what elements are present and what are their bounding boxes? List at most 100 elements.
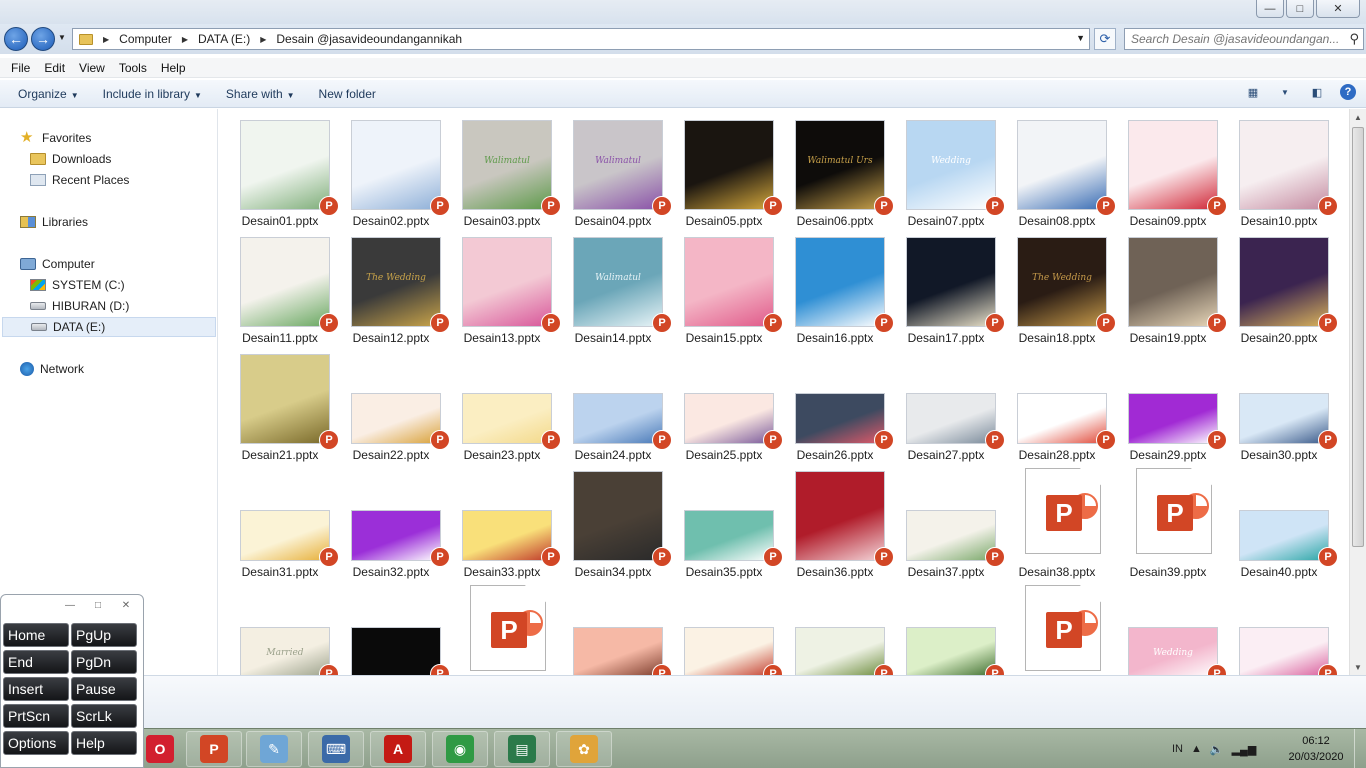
file-item[interactable]: The Wedding P Desain18.pptx bbox=[1007, 234, 1116, 345]
file-item[interactable]: P Desain16.pptx bbox=[785, 234, 894, 345]
file-item[interactable]: P Desain10.pptx bbox=[1229, 117, 1338, 228]
file-item[interactable]: Wedding P bbox=[1118, 585, 1227, 675]
file-item[interactable]: Walimatul P Desain14.pptx bbox=[563, 234, 672, 345]
minimize-button[interactable]: — bbox=[1256, 0, 1284, 18]
osk-key-end[interactable]: End bbox=[3, 650, 69, 674]
file-item[interactable]: P Desain26.pptx bbox=[785, 351, 894, 462]
file-item[interactable]: P Desain30.pptx bbox=[1229, 351, 1338, 462]
taskbar-button-opera[interactable]: O bbox=[140, 731, 180, 767]
show-desktop-button[interactable] bbox=[1354, 729, 1366, 768]
file-item[interactable]: P Desain31.pptx bbox=[230, 468, 339, 579]
file-item[interactable]: P bbox=[674, 585, 783, 675]
osk-key-pgdn[interactable]: PgDn bbox=[71, 650, 137, 674]
taskbar-button-task-manager[interactable]: ▤ bbox=[494, 731, 550, 767]
menu-file[interactable]: File bbox=[4, 61, 37, 75]
file-item[interactable]: Walimatul P Desain04.pptx bbox=[563, 117, 672, 228]
osk-key-pgup[interactable]: PgUp bbox=[71, 623, 137, 647]
osk-key-help[interactable]: Help bbox=[71, 731, 137, 755]
file-item[interactable]: P Desain34.pptx bbox=[563, 468, 672, 579]
change-view-icon[interactable]: ▦ bbox=[1244, 84, 1262, 100]
taskbar-button-chrome[interactable]: ◉ bbox=[432, 731, 488, 767]
nav-item-data-e[interactable]: DATA (E:) bbox=[2, 317, 216, 337]
file-item[interactable]: P bbox=[341, 585, 450, 675]
breadcrumb-data-drive[interactable]: DATA (E:) bbox=[198, 32, 250, 46]
taskbar-button-paint[interactable]: ✿ bbox=[556, 731, 612, 767]
organize-button[interactable]: Organize ▼ bbox=[10, 87, 87, 101]
file-item[interactable]: P bbox=[1007, 585, 1107, 675]
help-icon[interactable]: ? bbox=[1340, 84, 1356, 100]
file-item[interactable]: P Desain24.pptx bbox=[563, 351, 672, 462]
file-item[interactable]: P Desain17.pptx bbox=[896, 234, 1005, 345]
volume-icon[interactable]: 🔈 bbox=[1210, 743, 1224, 756]
scroll-down-icon[interactable]: ▼ bbox=[1350, 659, 1366, 675]
taskbar-button-notepad[interactable]: ✎ bbox=[246, 731, 302, 767]
scroll-thumb[interactable] bbox=[1352, 127, 1364, 547]
file-item[interactable]: P Desain21.pptx bbox=[230, 351, 339, 462]
file-item[interactable]: P Desain36.pptx bbox=[785, 468, 894, 579]
osk-key-scrlk[interactable]: ScrLk bbox=[71, 704, 137, 728]
file-item[interactable]: Married P bbox=[230, 585, 339, 675]
file-item[interactable]: P Desain28.pptx bbox=[1007, 351, 1116, 462]
file-item[interactable]: P Desain25.pptx bbox=[674, 351, 783, 462]
osk-key-pause[interactable]: Pause bbox=[71, 677, 137, 701]
file-item[interactable]: P Desain32.pptx bbox=[341, 468, 450, 579]
clock[interactable]: 06:12 20/03/2020 bbox=[1284, 733, 1348, 765]
taskbar-button-powerpoint[interactable]: P bbox=[186, 731, 242, 767]
file-item[interactable]: P bbox=[1229, 585, 1338, 675]
file-item[interactable]: P bbox=[785, 585, 894, 675]
file-item[interactable]: P Desain39.pptx bbox=[1118, 468, 1218, 579]
file-item[interactable]: P Desain22.pptx bbox=[341, 351, 450, 462]
taskbar-button-acrobat[interactable]: A bbox=[370, 731, 426, 767]
file-item[interactable]: Walimatul P Desain03.pptx bbox=[452, 117, 561, 228]
recent-pages-dropdown[interactable]: ▼ bbox=[58, 33, 66, 42]
osk-key-insert[interactable]: Insert bbox=[3, 677, 69, 701]
scroll-up-icon[interactable]: ▲ bbox=[1350, 109, 1366, 125]
menu-help[interactable]: Help bbox=[154, 61, 193, 75]
file-item[interactable]: P bbox=[452, 585, 552, 675]
file-item[interactable]: The Wedding P Desain12.pptx bbox=[341, 234, 450, 345]
search-input[interactable] bbox=[1131, 32, 1341, 46]
file-item[interactable]: P Desain01.pptx bbox=[230, 117, 339, 228]
file-item[interactable]: P Desain02.pptx bbox=[341, 117, 450, 228]
nav-item-system-c[interactable]: SYSTEM (C:) bbox=[30, 275, 125, 295]
forward-button[interactable]: → bbox=[31, 27, 55, 51]
include-in-library-button[interactable]: Include in library ▼ bbox=[95, 87, 210, 101]
menu-view[interactable]: View bbox=[72, 61, 112, 75]
file-item[interactable]: P Desain20.pptx bbox=[1229, 234, 1338, 345]
taskbar-button-on-screen-keyboard[interactable]: ⌨ bbox=[308, 731, 364, 767]
file-item[interactable]: P Desain19.pptx bbox=[1118, 234, 1227, 345]
view-dropdown-icon[interactable]: ▼ bbox=[1276, 84, 1294, 100]
share-with-button[interactable]: Share with ▼ bbox=[218, 87, 303, 101]
nav-item-libraries[interactable]: Libraries bbox=[20, 212, 88, 232]
nav-item-computer[interactable]: Computer bbox=[20, 254, 95, 274]
file-item[interactable]: P bbox=[563, 585, 672, 675]
nav-item-favorites[interactable]: ★ Favorites bbox=[20, 128, 91, 148]
file-item[interactable]: P bbox=[896, 585, 1005, 675]
file-item[interactable]: P Desain05.pptx bbox=[674, 117, 783, 228]
osk-key-options[interactable]: Options bbox=[3, 731, 69, 755]
nav-item-recent-places[interactable]: Recent Places bbox=[30, 170, 129, 190]
nav-item-network[interactable]: Network bbox=[20, 359, 84, 379]
search-icon[interactable]: ⚲ bbox=[1349, 31, 1359, 47]
breadcrumb-current-folder[interactable]: Desain @jasavideoundangannikah bbox=[276, 32, 462, 46]
file-item[interactable]: P Desain38.pptx bbox=[1007, 468, 1107, 579]
language-indicator[interactable]: IN bbox=[1172, 743, 1183, 755]
file-item[interactable]: P Desain13.pptx bbox=[452, 234, 561, 345]
nav-item-hiburan-d[interactable]: HIBURAN (D:) bbox=[30, 296, 129, 316]
address-dropdown-icon[interactable]: ▼ bbox=[1076, 33, 1085, 43]
menu-tools[interactable]: Tools bbox=[112, 61, 154, 75]
breadcrumb-separator-icon[interactable]: ▶ bbox=[103, 35, 109, 44]
file-item[interactable]: P Desain40.pptx bbox=[1229, 468, 1338, 579]
file-item[interactable]: P Desain27.pptx bbox=[896, 351, 1005, 462]
vertical-scrollbar[interactable]: ▲ ▼ bbox=[1349, 109, 1366, 675]
file-item[interactable]: P Desain37.pptx bbox=[896, 468, 1005, 579]
file-item[interactable]: P Desain11.pptx bbox=[230, 234, 339, 345]
preview-pane-icon[interactable]: ◧ bbox=[1308, 84, 1326, 100]
file-item[interactable]: P Desain33.pptx bbox=[452, 468, 561, 579]
osk-key-prtscn[interactable]: PrtScn bbox=[3, 704, 69, 728]
breadcrumb-computer[interactable]: Computer bbox=[119, 32, 172, 46]
close-button[interactable]: ✕ bbox=[1316, 0, 1360, 18]
osk-key-home[interactable]: Home bbox=[3, 623, 69, 647]
address-bar[interactable]: ▶ Computer ▶ DATA (E:) ▶ Desain @jasavid… bbox=[72, 28, 1090, 50]
file-item[interactable]: P Desain35.pptx bbox=[674, 468, 783, 579]
